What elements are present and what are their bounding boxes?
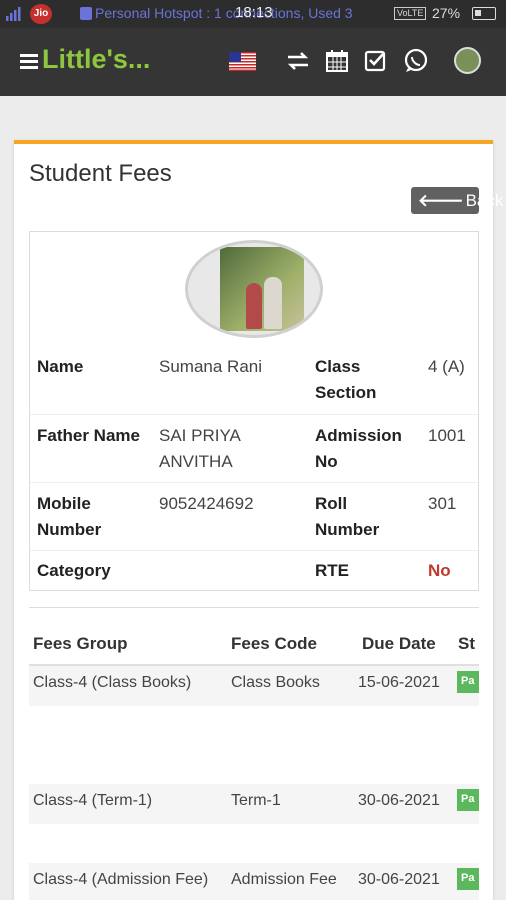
hotspot-icon xyxy=(80,7,92,20)
fee-code: Class Books xyxy=(231,674,320,691)
status-badge: Pa xyxy=(457,671,479,693)
fee-group: Class-4 (Class Books) xyxy=(33,674,192,691)
us-flag-icon[interactable] xyxy=(229,52,256,71)
col-fees-code: Fees Code xyxy=(231,634,317,653)
battery-percent: 27% xyxy=(432,5,461,21)
col-fees-group: Fees Group xyxy=(33,634,128,653)
name-value: Sumana Rani xyxy=(159,357,263,376)
admission-value: 1001 xyxy=(428,426,466,445)
network-badge: VoLTE xyxy=(394,7,427,20)
battery-icon xyxy=(472,7,496,20)
switch-icon[interactable] xyxy=(285,48,311,74)
father-label: Father Name xyxy=(37,426,140,445)
rte-label: RTE xyxy=(315,561,349,580)
col-status: St xyxy=(458,634,475,653)
mobile-value: 9052424692 xyxy=(159,494,254,513)
class-section-value: 4 (A) xyxy=(428,357,465,376)
fees-table: Fees Group Fees Code Due Date St Class-4… xyxy=(29,607,479,900)
fee-code: Term-1 xyxy=(231,792,281,809)
arrow-left-icon: 🡐 xyxy=(418,191,464,210)
status-bar: Jio Personal Hotspot : 1 connections, Us… xyxy=(0,0,506,28)
fee-due-date: 15-06-2021 xyxy=(358,674,440,691)
task-check-icon[interactable] xyxy=(363,48,389,74)
info-row-mobile: Mobile Number 9052424692 Roll Number 301 xyxy=(30,482,478,550)
fee-group: Class-4 (Admission Fee) xyxy=(33,871,209,888)
status-badge: Pa xyxy=(457,868,479,890)
whatsapp-icon[interactable] xyxy=(403,48,429,74)
category-label: Category xyxy=(37,561,111,580)
user-avatar[interactable] xyxy=(454,47,481,74)
hotspot-notification: Personal Hotspot : 1 connections, Used 3 xyxy=(95,5,353,21)
fee-due-date: 30-06-2021 xyxy=(358,792,440,809)
fee-group: Class-4 (Term-1) xyxy=(33,792,153,809)
roll-label: Roll xyxy=(315,494,348,513)
roll-number-label: Number xyxy=(315,520,380,539)
fees-table-header: Fees Group Fees Code Due Date St xyxy=(29,620,479,666)
student-photo xyxy=(185,240,323,338)
admission-label: Admission xyxy=(315,426,402,445)
mobile-number-label: Number xyxy=(37,520,102,539)
name-label: Name xyxy=(37,357,84,376)
clock: 18:13 xyxy=(235,4,273,21)
student-fees-card: Student Fees 🡐 Back Name Sumana Rani Clas… xyxy=(14,140,503,900)
app-title[interactable]: Little's... xyxy=(42,44,150,75)
back-button[interactable]: 🡐 Back xyxy=(411,187,503,214)
fee-due-date: 30-06-2021 xyxy=(358,871,440,888)
app-header: Little's... xyxy=(0,28,506,96)
back-label: Back xyxy=(465,191,504,210)
info-row-name: Name Sumana Rani Class Section 4 (A) xyxy=(30,350,478,414)
carrier-icon: Jio xyxy=(30,4,52,24)
page-title: Student Fees xyxy=(29,160,172,187)
info-row-father: Father Name SAI PRIYA ANVITHA Admission … xyxy=(30,414,478,482)
status-badge: Pa xyxy=(457,789,479,811)
class-label: Class xyxy=(315,357,361,376)
student-profile: Name Sumana Rani Class Section 4 (A) Fat… xyxy=(29,231,479,591)
col-due-date: Due Date xyxy=(362,634,436,653)
rte-value: No xyxy=(428,561,451,580)
admission-no-label: No xyxy=(315,452,338,471)
section-label: Section xyxy=(315,383,377,402)
father-value-line1: SAI PRIYA xyxy=(159,426,241,445)
fee-code: Admission Fee xyxy=(231,871,337,888)
signal-icon xyxy=(6,7,21,21)
mobile-label: Mobile xyxy=(37,494,91,513)
calendar-icon[interactable] xyxy=(324,48,350,74)
info-row-category: Category RTE No xyxy=(30,550,478,590)
roll-value: 301 xyxy=(428,494,457,513)
menu-icon[interactable] xyxy=(20,54,38,69)
father-value-line2: ANVITHA xyxy=(159,452,233,471)
